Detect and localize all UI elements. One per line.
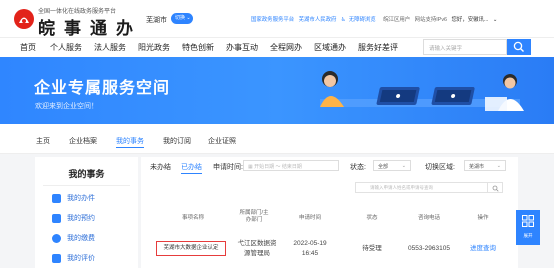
column-header-dept: 所属部门/主办部门: [239, 210, 269, 223]
subnav-licenses[interactable]: 企业证照: [208, 136, 236, 146]
subnav-my-affairs[interactable]: 我的事务: [116, 136, 144, 148]
hero-banner: 企业专属服务空间 欢迎来到企业空间！: [0, 57, 554, 124]
sidebar-item-my-payments[interactable]: 我的缴费: [52, 233, 95, 243]
column-header-phone: 咨询电话: [417, 215, 440, 221]
keyword-search-button[interactable]: [488, 182, 503, 193]
search-icon: [513, 41, 524, 52]
document-icon: [52, 193, 61, 203]
banner-subtitle: 欢迎来到企业空间！: [35, 103, 98, 110]
logo-icon: [14, 9, 34, 29]
float-expand-button[interactable]: 展开: [516, 210, 540, 245]
date-range-picker[interactable]: ▦ 开始日期 ～ 结束日期: [243, 160, 339, 171]
nav-personal[interactable]: 个人服务: [50, 42, 82, 53]
case-phone: 0553-2963105: [408, 245, 450, 252]
calendar-icon: [52, 213, 61, 223]
banner-illustration: [320, 71, 524, 111]
status-label: 状态:: [350, 164, 366, 171]
column-header-action: 操作: [477, 215, 489, 221]
space-subnav: 主页 企业档案 我的事务 我的订阅 企业证照: [0, 124, 554, 154]
link-city-government[interactable]: 芜湖市人民政府: [299, 17, 337, 23]
nav-home[interactable]: 首页: [20, 42, 36, 53]
affairs-panel: 未办结 已办结 申请时间: ▦ 开始日期 ～ 结束日期 状态: 全部 ⌄ 切换区域…: [141, 157, 518, 268]
nav-regional[interactable]: 区域通办: [314, 42, 346, 53]
sidebar-item-my-ratings[interactable]: 我的评价: [52, 253, 95, 263]
tab-unfinished[interactable]: 未办结: [150, 162, 171, 172]
progress-query-link[interactable]: 进度查询: [465, 244, 501, 254]
nav-interaction[interactable]: 办事互动: [226, 42, 258, 53]
rating-icon: [52, 253, 61, 263]
grid-icon: [522, 215, 534, 227]
case-status: 待受理: [362, 245, 382, 252]
logo-title[interactable]: 皖事通办: [38, 14, 142, 39]
main-nav: 首页 个人服务 法人服务 阳光政务 特色创新 办事互动 全程网办 区域通办 服务…: [0, 37, 554, 57]
sidebar-title: 我的事务: [68, 169, 105, 179]
switch-city-button[interactable]: 切换 ⌄: [171, 13, 193, 24]
nav-legal-person[interactable]: 法人服务: [94, 42, 126, 53]
sidebar: 我的事务 我的办件 我的预约 我的缴费 我的评价: [35, 157, 138, 268]
user-greeting[interactable]: 您好，安徽讯...: [452, 17, 489, 23]
search-button[interactable]: [507, 39, 531, 55]
case-dept: 弋江区数据资源管理局: [237, 240, 277, 257]
user-menu-chevron-icon[interactable]: ⌄: [493, 17, 498, 23]
nav-rating[interactable]: 服务好差评: [358, 42, 398, 53]
sidebar-item-my-cases[interactable]: 我的办件: [52, 193, 95, 203]
column-header-time: 申请时间: [298, 215, 321, 221]
column-header-name: 事项名称: [181, 215, 204, 221]
case-name[interactable]: 芜湖市大数据企业认定: [156, 241, 226, 256]
subnav-home[interactable]: 主页: [36, 136, 50, 146]
nav-innovation[interactable]: 特色创新: [182, 42, 214, 53]
top-links: 国家政务服务平台 芜湖市人民政府 ♿ 无障碍浏览 皖江区用户 网站支持IPv6 您…: [251, 15, 500, 23]
banner-title: 企业专属服务空间: [34, 80, 171, 97]
search-input[interactable]: 请输入关键字: [423, 39, 507, 55]
tab-finished[interactable]: 已办结: [181, 162, 202, 174]
top-header: 全国一体化在线政务服务平台 皖事通办 芜湖市 切换 ⌄ 国家政务服务平台 芜湖市…: [0, 0, 554, 39]
status-select[interactable]: 全部 ⌄: [373, 160, 411, 171]
sidebar-divider: [43, 185, 130, 186]
chevron-down-icon: ⌄: [401, 163, 406, 169]
user-region: 皖江区用户: [383, 17, 411, 23]
case-time: 2022-05-19 16:45: [293, 240, 327, 257]
float-label: 展开: [523, 233, 533, 238]
payment-icon: [52, 233, 61, 243]
subnav-subscriptions[interactable]: 我的订阅: [163, 136, 191, 146]
region-select[interactable]: 芜湖市 ⌄: [464, 160, 506, 171]
accessibility-link[interactable]: ♿ 无障碍浏览: [341, 17, 379, 23]
keyword-search-input[interactable]: 请输入申请人姓名或申请号查询: [355, 182, 488, 193]
subnav-archives[interactable]: 企业档案: [69, 136, 97, 146]
sidebar-item-my-appointments[interactable]: 我的预约: [52, 213, 95, 223]
link-national-platform[interactable]: 国家政务服务平台: [251, 17, 294, 23]
nav-online[interactable]: 全程网办: [270, 42, 302, 53]
chevron-down-icon: ⌄: [496, 163, 501, 169]
ipv6-note: 网站支持IPv6: [414, 17, 448, 23]
region-label: 切换区域:: [425, 164, 455, 171]
nav-open-gov[interactable]: 阳光政务: [138, 42, 170, 53]
column-header-status: 状态: [366, 215, 378, 221]
search-icon: [492, 185, 499, 192]
accessibility-icon: ♿: [340, 17, 346, 23]
current-city: 芜湖市: [146, 17, 167, 24]
apply-time-label: 申请时间:: [213, 164, 243, 171]
